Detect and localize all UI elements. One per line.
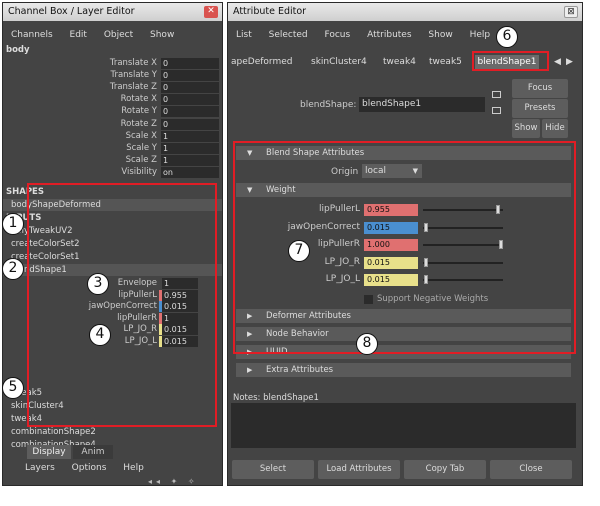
layer-icons: ◂◂ ✦ ✧	[148, 477, 199, 486]
menu-layers[interactable]: Layers	[25, 463, 55, 473]
copy-tab-button[interactable]: Copy Tab	[404, 460, 486, 479]
channel-label[interactable]: Rotate Z	[63, 119, 157, 130]
menu-edit[interactable]: Edit	[70, 30, 87, 40]
close-button[interactable]: Close	[490, 460, 572, 479]
channel-value-field[interactable]: 0	[161, 58, 219, 69]
tab-scroll-right-icon[interactable]: ▶	[566, 57, 573, 67]
menu-list[interactable]: List	[236, 30, 252, 40]
tab-node[interactable]: tweak5	[429, 57, 462, 67]
channel-value-field[interactable]: 0	[161, 118, 219, 130]
menu-show[interactable]: Show	[428, 30, 452, 40]
tab-scroll-left-icon[interactable]: ◀	[554, 57, 561, 67]
callout-badge: 6	[496, 26, 518, 48]
tab-node[interactable]: tweak4	[383, 57, 416, 67]
section-extra-attributes[interactable]: ▶ Extra Attributes	[236, 363, 571, 377]
channel-value-field[interactable]: 1	[161, 142, 219, 154]
attribute-editor-title: Attribute Editor	[233, 6, 307, 17]
menu-focus[interactable]: Focus	[325, 30, 351, 40]
hide-button[interactable]: Hide	[542, 119, 568, 138]
new-layer-selected-icon[interactable]: ✧	[188, 477, 199, 486]
menu-show[interactable]: Show	[150, 30, 174, 40]
highlight-box-attributes	[233, 141, 576, 354]
channel-box-menu: Channels Edit Object Show	[11, 30, 188, 40]
channel-value-field[interactable]: 1	[161, 154, 219, 166]
new-layer-icon[interactable]: ✦	[171, 477, 182, 486]
channel-box-titlebar: Channel Box / Layer Editor ✕	[3, 3, 222, 21]
menu-object[interactable]: Object	[104, 30, 133, 40]
menu-channels[interactable]: Channels	[11, 30, 53, 40]
channel-value-field[interactable]: 1	[161, 130, 219, 142]
tab-node[interactable]: skinCluster4	[311, 57, 367, 67]
load-attributes-button[interactable]: Load Attributes	[318, 460, 400, 479]
channel-value-field[interactable]: on	[161, 166, 219, 178]
show-button[interactable]: Show	[512, 119, 540, 138]
channel-box-title: Channel Box / Layer Editor	[8, 6, 135, 17]
section-label: Extra Attributes	[266, 365, 334, 375]
layer-menu: Layers Options Help	[25, 463, 158, 473]
highlight-box-inputs	[27, 183, 217, 427]
tab-anim[interactable]: Anim	[73, 445, 113, 459]
channel-label[interactable]: Translate Z	[63, 82, 157, 93]
channel-label[interactable]: Rotate X	[63, 94, 157, 105]
menu-help[interactable]: Help	[470, 30, 491, 40]
channel-label[interactable]: Visibility	[63, 167, 157, 178]
node-name-field[interactable]: blendShape1	[359, 97, 485, 112]
channel-label[interactable]: Scale Y	[63, 143, 157, 154]
callout-badge: 5	[2, 377, 24, 399]
focus-button[interactable]: Focus	[512, 79, 568, 98]
select-button[interactable]: Select	[232, 460, 314, 479]
callout-badge: 2	[2, 258, 24, 280]
menu-help[interactable]: Help	[123, 463, 144, 473]
menu-options[interactable]: Options	[72, 463, 107, 473]
callout-badge: 4	[89, 324, 111, 346]
presets-button[interactable]: Presets	[512, 99, 568, 118]
node-name-label: blendShape:	[300, 100, 357, 110]
attribute-editor-titlebar: Attribute Editor ⊠	[228, 3, 582, 21]
highlight-box-tab	[472, 51, 549, 71]
notes-label: Notes: blendShape1	[233, 393, 319, 403]
callout-badge: 1	[2, 213, 24, 235]
tab-display[interactable]: Display	[27, 445, 71, 459]
input-item[interactable]: combinationShape2	[3, 426, 222, 438]
channel-label[interactable]: Rotate Y	[63, 106, 157, 117]
channel-value-field[interactable]: 0	[161, 82, 219, 94]
callout-badge: 3	[87, 273, 109, 295]
tab-node[interactable]: apeDeformed	[231, 57, 292, 67]
channel-label[interactable]: Scale X	[63, 131, 157, 142]
menu-attributes[interactable]: Attributes	[367, 30, 411, 40]
notes-field[interactable]	[231, 403, 576, 448]
node-name[interactable]: body	[6, 45, 30, 55]
channel-value-field[interactable]: 0	[161, 70, 219, 82]
collapsed-icon: ▶	[247, 366, 253, 374]
channel-label[interactable]: Translate Y	[63, 70, 158, 81]
callout-badge: 7	[288, 240, 310, 262]
channel-value-field[interactable]: 0	[161, 106, 219, 118]
attribute-editor-menu: List Selected Focus Attributes Show Help	[236, 30, 504, 40]
arrow-out-icon[interactable]	[492, 107, 501, 114]
close-icon[interactable]: ✕	[204, 6, 218, 18]
menu-selected[interactable]: Selected	[269, 30, 308, 40]
callout-badge: 8	[356, 333, 378, 355]
channel-label[interactable]: Translate X	[63, 58, 157, 69]
channel-label[interactable]: Scale Z	[63, 155, 157, 166]
channel-value-field[interactable]: 0	[161, 94, 219, 106]
input-output-icon[interactable]	[492, 91, 501, 98]
move-layer-up-icon[interactable]: ◂◂	[148, 477, 164, 486]
close-icon[interactable]: ⊠	[564, 6, 578, 18]
